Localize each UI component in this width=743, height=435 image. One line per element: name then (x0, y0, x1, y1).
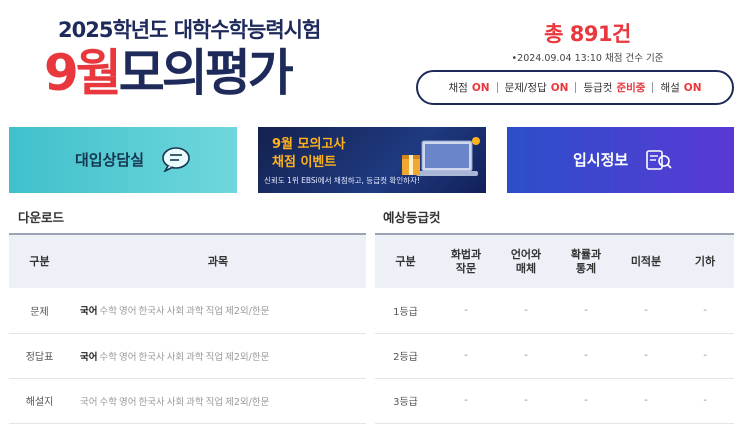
laptop-gift-illustration-icon (402, 137, 480, 176)
subject-links: 국어 수학 영어 한국사 사회 과학 직업 제2외/한문 (70, 378, 366, 423)
grade-cut-table: 구분 화법과 작문 언어와 매체 확률과 통계 미적분 기하 1등급 - - - - -2등급 - - - - -3… (375, 233, 734, 424)
column-header: 미적분 (616, 233, 676, 288)
subject-link[interactable]: 국어 (80, 306, 97, 317)
table-row: 3등급 - - - - - (375, 378, 734, 423)
table-row: 문제 국어 수학 영어 한국사 사회 과학 직업 제2외/한문 (9, 288, 366, 333)
grade-cut-value: - (524, 395, 528, 406)
status-label: 문제/정답 (504, 82, 547, 94)
download-table: 구분 과목 문제 국어 수학 영어 한국사 사회 과학 직업 제2외/한문 정답표 국어 수학 영어 한국… (9, 233, 366, 424)
page-title: 9월모의평가 (44, 40, 294, 106)
subject-link: 영어 (118, 396, 137, 408)
subject-links: 국어 수학 영어 한국사 사회 과학 직업 제2외/한문 (70, 288, 366, 333)
status-grade-cut: 등급컷 준비중 (576, 80, 652, 95)
event-banner-caption: 신뢰도 1위 EBSi에서 채점하고, 등급컷 확인하자! (264, 176, 420, 185)
total-count: 총 891건 (544, 22, 631, 46)
subject-link: 수학 (99, 351, 117, 363)
subject-link[interactable]: 국어 (80, 352, 97, 363)
consult-banner-text: 대입상담실 (75, 151, 145, 169)
subject-link: 직업 (205, 306, 224, 318)
column-header: 언어와 매체 (496, 233, 556, 288)
status-value: ON (683, 81, 702, 94)
column-header: 화법과 작문 (436, 233, 496, 288)
subject-link: 과학 (186, 306, 204, 318)
grade-cut-value: - (703, 350, 707, 361)
grade-cut-value: - (524, 304, 528, 316)
title-month: 9월 (44, 44, 122, 102)
count-basis: •2024.09.04 13:10 채점 건수 기준 (511, 53, 664, 64)
subject-link: 사회 (166, 396, 185, 408)
event-banner[interactable]: 9월 모의고사 채점 이벤트 신뢰도 1위 EBSi에서 채점하고, 등급컷 확… (258, 127, 486, 193)
subject-link: 과학 (186, 351, 204, 363)
grade-cut-value: - (703, 304, 707, 316)
grade-cut-value: - (703, 395, 707, 406)
grade-cut-value: - (464, 304, 468, 316)
table-header-row: 구분 과목 (9, 233, 366, 288)
event-banner-subtitle: 채점 이벤트 (272, 155, 337, 170)
column-header: 구분 (375, 233, 436, 288)
download-section-title: 다운로드 (18, 210, 65, 225)
table-row: 정답표 국어 수학 영어 한국사 사회 과학 직업 제2외/한문 (9, 333, 366, 378)
grade-cut-value: - (584, 304, 588, 316)
subject-link: 한국사 (138, 351, 165, 363)
subject-link: 한국사 (138, 306, 165, 318)
table-row: 해설지 국어 수학 영어 한국사 사회 과학 직업 제2외/한문 (9, 378, 366, 423)
subject-link: 직업 (205, 396, 224, 408)
grade-cut-value: - (644, 395, 648, 406)
info-banner-text: 입시정보 (573, 151, 629, 169)
status-value: ON (550, 81, 569, 94)
grade-cut-value: - (644, 304, 648, 316)
grade-cut-value: - (584, 395, 588, 406)
event-banner-title: 9월 모의고사 (272, 137, 346, 152)
status-value: ON (471, 81, 490, 94)
status-questions-answers: 문제/정답 ON (498, 80, 576, 95)
grade-cut-value: - (524, 350, 528, 361)
status-label: 해설 (660, 82, 680, 94)
column-header: 구분 (9, 233, 70, 288)
row-label: 문제 (30, 306, 49, 318)
grade-cut-value: - (644, 350, 648, 361)
subject-link: 사회 (166, 351, 185, 363)
search-document-icon (646, 150, 672, 170)
subject-link: 영어 (118, 306, 137, 318)
status-grading: 채점 ON (442, 80, 497, 95)
subject-link: 수학 (99, 306, 117, 318)
column-header: 확률과 통계 (556, 233, 616, 288)
grade-label: 2등급 (393, 352, 418, 363)
consult-banner[interactable]: 대입상담실 (9, 127, 237, 193)
status-label: 등급컷 (583, 82, 613, 94)
row-label: 정답표 (25, 352, 54, 363)
subject-link: 한국사 (138, 396, 165, 408)
grade-label: 1등급 (393, 306, 418, 318)
subject-link: 수학 (99, 396, 117, 408)
grade-cut-section-title: 예상등급컷 (383, 210, 441, 225)
table-header-row: 구분 화법과 작문 언어와 매체 확률과 통계 미적분 기하 (375, 233, 734, 288)
subject-link: 영어 (118, 351, 137, 363)
column-header: 기하 (676, 233, 734, 288)
table-row: 2등급 - - - - - (375, 333, 734, 378)
status-label: 채점 (448, 82, 468, 94)
subject-link: 제2외/한문 (225, 351, 270, 363)
status-value: 준비중 (616, 82, 646, 94)
subject-links: 국어 수학 영어 한국사 사회 과학 직업 제2외/한문 (70, 333, 366, 378)
column-header: 과목 (70, 233, 366, 288)
table-row: 1등급 - - - - - (375, 288, 734, 333)
grade-cut-value: - (464, 350, 468, 361)
subject-link: 국어 (80, 396, 98, 408)
subject-link: 과학 (186, 396, 204, 408)
subject-link: 제2외/한문 (225, 306, 270, 318)
subject-link: 사회 (166, 306, 185, 318)
grade-cut-value: - (584, 350, 588, 361)
status-explanation: 해설 ON (653, 80, 708, 95)
subject-link: 직업 (205, 351, 224, 363)
status-bar: 채점 ON 문제/정답 ON 등급컷 준비중 해설 ON (416, 70, 734, 105)
grade-cut-value: - (464, 395, 468, 406)
chat-bubble-icon (162, 147, 190, 172)
info-banner[interactable]: 입시정보 (507, 127, 734, 193)
grade-label: 3등급 (393, 397, 418, 408)
subject-link: 제2외/한문 (225, 396, 270, 408)
row-label: 해설지 (25, 397, 54, 408)
title-exam-name: 모의평가 (118, 44, 294, 102)
